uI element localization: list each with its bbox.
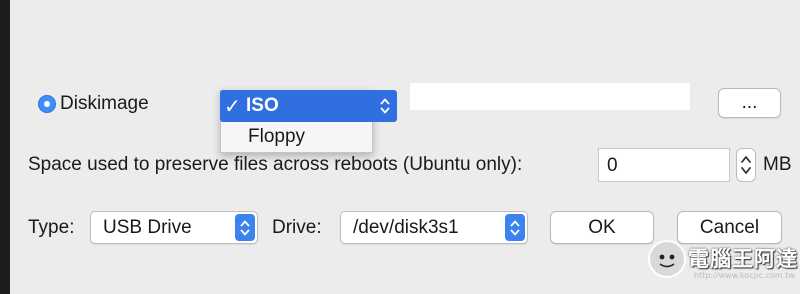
image-type-menu: ✓ ISO Floppy	[220, 90, 397, 153]
drive-select[interactable]: /dev/disk3s1	[340, 211, 528, 244]
drive-select-value: /dev/disk3s1	[353, 216, 459, 238]
menu-item-iso-label: ISO	[246, 95, 279, 116]
diskimage-path-field[interactable]	[410, 83, 690, 110]
type-label: Type:	[28, 217, 75, 238]
persistence-stepper[interactable]	[736, 148, 756, 182]
chevron-updown-icon	[505, 214, 525, 241]
type-select[interactable]: USB Drive	[90, 211, 258, 244]
mascot-icon	[648, 240, 686, 278]
stepper-arrows-icon	[741, 156, 751, 174]
diskimage-label: Diskimage	[60, 93, 149, 114]
persistence-unit: MB	[763, 154, 792, 175]
chevron-updown-icon	[375, 92, 395, 120]
type-select-value: USB Drive	[103, 216, 192, 238]
checkmark-icon: ✓	[224, 96, 241, 118]
persistence-value: 0	[607, 155, 618, 176]
menu-item-iso[interactable]: ✓ ISO	[220, 90, 397, 122]
menu-item-floppy-label: Floppy	[248, 126, 306, 147]
ok-button[interactable]: OK	[550, 211, 654, 244]
menu-item-floppy[interactable]: Floppy	[220, 122, 373, 153]
browse-button[interactable]: ...	[718, 88, 781, 118]
drive-label: Drive:	[272, 217, 322, 238]
chevron-updown-icon	[235, 214, 255, 241]
watermark-logo: 電腦王阿達 http://www.kocpc.com.tw	[648, 237, 800, 294]
dialog: Diskimage ... Space used to preserve fil…	[10, 0, 800, 294]
diskimage-radio[interactable]	[38, 95, 56, 113]
watermark-url: http://www.kocpc.com.tw	[694, 271, 795, 280]
watermark-text: 電腦王阿達	[688, 247, 798, 271]
persistence-input[interactable]: 0	[598, 148, 730, 182]
persistence-label: Space used to preserve files across rebo…	[28, 154, 523, 175]
